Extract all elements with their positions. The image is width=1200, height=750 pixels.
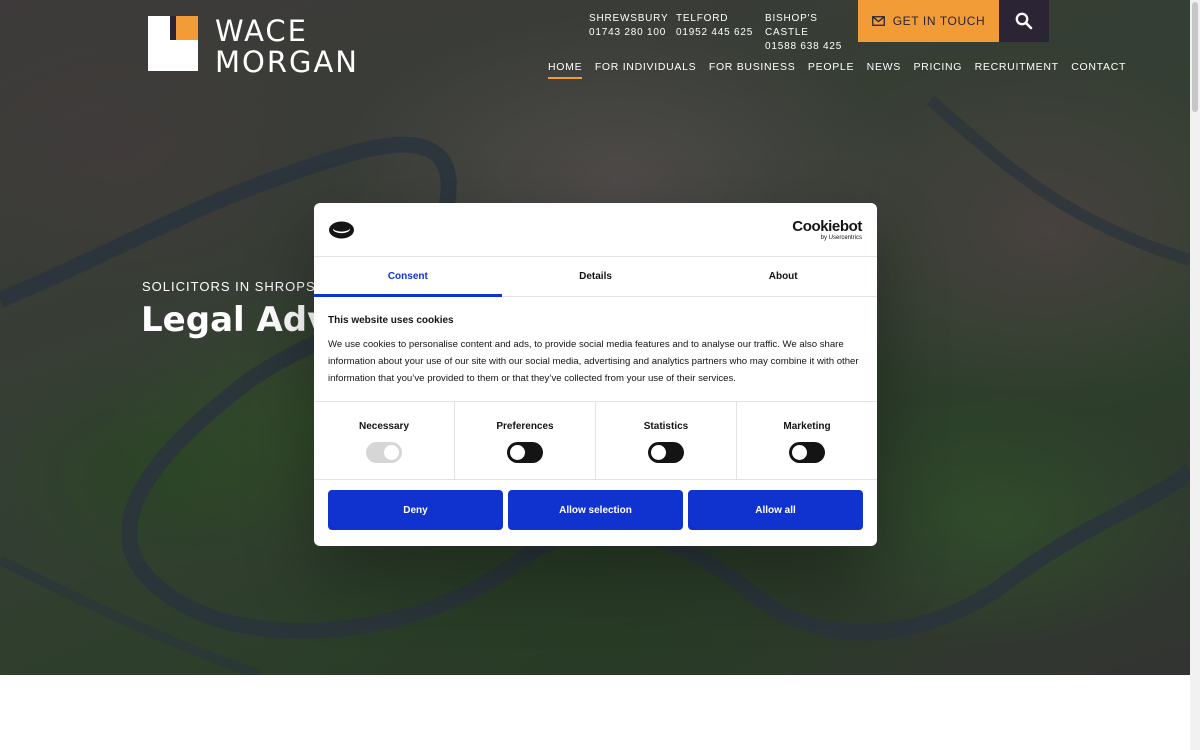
nav-for-business[interactable]: FOR BUSINESS xyxy=(709,61,796,79)
deny-button[interactable]: Deny xyxy=(328,490,503,530)
tab-consent[interactable]: Consent xyxy=(314,257,502,297)
marketing-switch[interactable] xyxy=(789,442,825,463)
get-in-touch-label: GET IN TOUCH xyxy=(892,14,986,28)
cookie-dialog-body: This website uses cookies We use cookies… xyxy=(314,297,877,401)
cookie-dialog-header: Cookiebot by Usercentrics xyxy=(314,203,877,257)
office-telford[interactable]: TELFORD 01952 445 625 xyxy=(676,12,765,54)
get-in-touch-button[interactable]: GET IN TOUCH xyxy=(858,0,999,42)
cookiebot-name: Cookiebot xyxy=(792,218,862,235)
site-logo[interactable]: WACE MORGAN xyxy=(148,16,359,78)
cookie-buttons: Deny Allow selection Allow all xyxy=(314,480,877,530)
toggle-label: Preferences xyxy=(496,421,554,432)
logo-mark-icon xyxy=(148,16,198,71)
nav-contact[interactable]: CONTACT xyxy=(1071,61,1126,79)
toggle-marketing: Marketing xyxy=(737,402,877,479)
office-phone[interactable]: 01588 638 425 xyxy=(765,40,857,54)
office-name: SHREWSBURY xyxy=(589,13,669,24)
toggle-statistics: Statistics xyxy=(596,402,737,479)
cookie-description: We use cookies to personalise content an… xyxy=(328,339,859,384)
toggle-preferences: Preferences xyxy=(455,402,596,479)
office-name: BISHOP'S CASTLE xyxy=(765,13,818,38)
search-button[interactable] xyxy=(999,0,1049,42)
cookie-tabs: Consent Details About xyxy=(314,257,877,297)
toggle-label: Statistics xyxy=(643,421,689,432)
scrollbar-thumb[interactable] xyxy=(1192,2,1198,112)
cookie-consent-dialog: Cookiebot by Usercentrics Consent Detail… xyxy=(314,203,877,546)
toggle-label: Necessary xyxy=(358,421,410,432)
office-phone[interactable]: 01743 280 100 xyxy=(589,26,676,40)
logo-line-1: WACE xyxy=(215,14,308,48)
tab-about[interactable]: About xyxy=(689,257,877,296)
allow-selection-button[interactable]: Allow selection xyxy=(508,490,683,530)
nav-recruitment[interactable]: RECRUITMENT xyxy=(975,61,1059,79)
office-bishops-castle[interactable]: BISHOP'S CASTLE 01588 638 425 xyxy=(765,12,857,54)
cookiebot-logo[interactable]: Cookiebot by Usercentrics xyxy=(792,219,862,242)
office-contacts: SHREWSBURY 01743 280 100 TELFORD 01952 4… xyxy=(589,12,857,54)
page-scrollbar[interactable] xyxy=(1190,0,1200,750)
logo-line-2: MORGAN xyxy=(215,45,360,79)
nav-for-individuals[interactable]: FOR INDIVIDUALS xyxy=(595,61,697,79)
toggle-necessary: Necessary xyxy=(314,402,455,479)
cookie-icon xyxy=(329,221,354,239)
nav-news[interactable]: NEWS xyxy=(867,61,901,79)
tab-details[interactable]: Details xyxy=(502,257,690,296)
mail-icon xyxy=(871,16,885,26)
statistics-switch[interactable] xyxy=(648,442,684,463)
nav-home[interactable]: HOME xyxy=(548,61,583,79)
office-shrewsbury[interactable]: SHREWSBURY 01743 280 100 xyxy=(589,12,676,54)
search-icon xyxy=(1015,12,1033,30)
office-phone[interactable]: 01952 445 625 xyxy=(676,26,765,40)
nav-people[interactable]: PEOPLE xyxy=(808,61,854,79)
necessary-switch xyxy=(366,442,402,463)
office-name: TELFORD xyxy=(676,13,729,24)
toggle-label: Marketing xyxy=(783,421,831,432)
cookie-heading: This website uses cookies xyxy=(328,315,454,326)
allow-all-button[interactable]: Allow all xyxy=(688,490,863,530)
cookiebot-subtitle: by Usercentrics xyxy=(820,235,862,241)
preferences-switch[interactable] xyxy=(507,442,543,463)
logo-wordmark: WACE MORGAN xyxy=(215,16,359,78)
cookie-category-toggles: Necessary Preferences Statistics Marketi… xyxy=(314,401,877,480)
main-nav: HOME FOR INDIVIDUALS FOR BUSINESS PEOPLE… xyxy=(548,61,1139,79)
nav-pricing[interactable]: PRICING xyxy=(913,61,962,79)
